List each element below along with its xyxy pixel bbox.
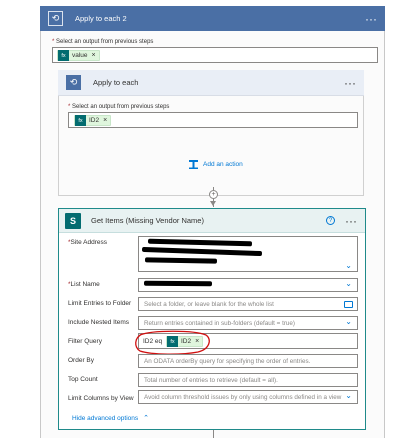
expression-icon: fx [58, 50, 69, 61]
limit-folder-placeholder: Select a folder, or leave blank for the … [144, 301, 274, 308]
get-items-title: Get Items (Missing Vendor Name) [91, 216, 204, 225]
value-token[interactable]: fx value × [57, 50, 100, 61]
order-by-input[interactable]: An ODATA orderBy query for specifying th… [138, 354, 358, 368]
remove-token-icon[interactable]: × [92, 52, 96, 59]
red-circle-annotation [135, 330, 210, 355]
filter-query-label: Filter Query [68, 338, 102, 345]
required-mark: * [52, 39, 55, 45]
folder-icon[interactable] [344, 301, 353, 308]
chevron-down-icon[interactable]: ⌄ [345, 317, 352, 326]
help-icon[interactable]: ? [326, 216, 335, 225]
remove-token-icon[interactable]: × [103, 117, 107, 124]
limit-view-placeholder: Avoid column threshold issues by only us… [144, 394, 342, 401]
apply-to-each-header[interactable]: ⟲ Apply to each ··· [58, 70, 364, 96]
apply-to-each-2-header[interactable]: ⟲ Apply to each 2 ··· [40, 6, 385, 31]
top-count-input[interactable]: Total number of entries to retrieve (def… [138, 373, 358, 387]
inner-select-label: * Select an output from previous steps [68, 104, 169, 110]
add-action-label: Add an action [203, 161, 243, 168]
site-address-label: *Site Address [68, 239, 107, 246]
hide-advanced-options-link[interactable]: Hide advanced options ⌃ [72, 414, 150, 423]
insert-step-button[interactable]: + [209, 190, 218, 199]
top-count-placeholder: Total number of entries to retrieve (def… [144, 377, 278, 384]
order-by-label: Order By [68, 357, 95, 364]
limit-view-select[interactable]: Avoid column threshold issues by only us… [138, 390, 358, 404]
chevron-up-icon: ⌃ [143, 415, 150, 422]
value-token-label: value [72, 52, 88, 59]
expression-icon: fx [75, 115, 86, 126]
list-name-label-text: List Name [70, 281, 100, 288]
nested-items-select[interactable]: Return entries contained in sub-folders … [138, 316, 358, 330]
sharepoint-icon: S [65, 212, 81, 229]
flow-connector [213, 430, 214, 438]
outer-select-label: * Select an output from previous steps [52, 39, 153, 45]
loop-icon: ⟲ [66, 75, 81, 90]
apply-to-each-2-title: Apply to each 2 [75, 14, 127, 23]
inner-select-input[interactable]: fx ID2 × [68, 112, 358, 128]
hide-advanced-options-label: Hide advanced options [72, 414, 139, 422]
nested-items-label: Include Nested Items [68, 319, 130, 326]
add-action-icon [189, 160, 198, 169]
redaction-mark [143, 280, 213, 287]
apply-to-each-title: Apply to each [93, 78, 139, 87]
limit-folder-label: Limit Entries to Folder [68, 300, 132, 307]
get-items-menu-button[interactable]: ··· [345, 214, 357, 228]
nested-items-placeholder: Return entries contained in sub-folders … [144, 320, 296, 327]
arrow-down-icon [210, 201, 216, 206]
chevron-down-icon[interactable]: ⌄ [345, 261, 352, 270]
limit-folder-input[interactable]: Select a folder, or leave blank for the … [138, 297, 358, 311]
add-action-button[interactable]: Add an action [188, 159, 243, 170]
id2-token-label: ID2 [89, 117, 100, 124]
outer-select-input[interactable]: fx value × [52, 47, 378, 63]
top-count-label: Top Count [68, 376, 98, 383]
chevron-down-icon[interactable]: ⌄ [345, 279, 352, 288]
loop-icon: ⟲ [48, 11, 63, 26]
list-name-label: *List Name [68, 281, 100, 288]
chevron-down-icon[interactable]: ⌄ [345, 391, 352, 400]
outer-menu-button[interactable]: ··· [365, 12, 377, 26]
site-address-label-text: Site Address [70, 239, 108, 246]
inner-menu-button[interactable]: ··· [344, 76, 356, 90]
outer-select-label-text: Select an output from previous steps [56, 39, 154, 45]
required-mark: * [68, 104, 71, 110]
limit-view-label: Limit Columns by View [68, 395, 134, 402]
order-by-placeholder: An ODATA orderBy query for specifying th… [144, 358, 311, 365]
get-items-header[interactable]: S Get Items (Missing Vendor Name) ? ··· [59, 209, 365, 233]
id2-token[interactable]: fx ID2 × [74, 115, 112, 126]
inner-select-label-text: Select an output from previous steps [72, 104, 170, 110]
